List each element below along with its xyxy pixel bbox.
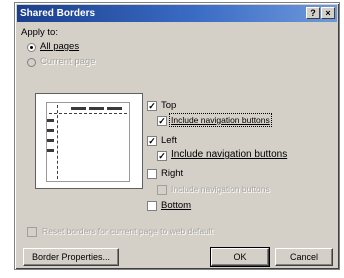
close-button[interactable]: ×: [321, 7, 335, 19]
right-include-nav-label: Include navigation buttons: [171, 184, 270, 194]
preview-left-border-line: [57, 105, 58, 179]
right-include-nav-checkbox: [157, 185, 167, 195]
left-include-nav-label[interactable]: Include navigation buttons: [171, 149, 287, 160]
border-preview: [35, 93, 143, 189]
left-checkbox[interactable]: ✓: [147, 136, 157, 146]
border-properties-button[interactable]: Border Properties...: [23, 248, 119, 266]
right-checkbox[interactable]: [147, 169, 157, 179]
top-include-nav-checkbox[interactable]: ✓: [157, 116, 167, 126]
right-label[interactable]: Right: [161, 168, 183, 179]
top-label[interactable]: Top: [161, 100, 176, 111]
preview-page: [46, 102, 130, 182]
preview-side-button: [47, 119, 54, 122]
top-include-nav-label[interactable]: Include navigation buttons: [169, 113, 272, 127]
left-label[interactable]: Left: [161, 135, 177, 146]
shared-borders-dialog: Shared Borders ? × Apply to: All pages C…: [14, 2, 340, 270]
left-include-nav-checkbox[interactable]: ✓: [157, 151, 167, 161]
title-bar[interactable]: Shared Borders ? ×: [17, 5, 337, 22]
preview-nav-button: [71, 107, 86, 110]
top-checkbox[interactable]: ✓: [147, 101, 157, 111]
help-button[interactable]: ?: [306, 7, 320, 19]
radio-current-page[interactable]: [27, 58, 36, 67]
preview-side-button: [47, 129, 54, 132]
preview-side-button: [47, 139, 54, 142]
preview-top-border-line: [49, 113, 127, 114]
bottom-label[interactable]: Bottom: [161, 200, 191, 211]
radio-all-pages-label[interactable]: All pages: [40, 41, 79, 52]
radio-current-page-label: Current page: [40, 56, 96, 67]
radio-all-pages[interactable]: [27, 43, 36, 52]
reset-borders-checkbox: [27, 227, 37, 237]
dialog-title: Shared Borders: [20, 8, 96, 19]
reset-borders-label: Reset borders for current page to web de…: [42, 226, 214, 236]
preview-nav-button: [89, 107, 104, 110]
ok-button[interactable]: OK: [210, 247, 270, 267]
preview-nav-button: [107, 107, 122, 110]
preview-side-button: [47, 149, 54, 152]
bottom-checkbox[interactable]: [147, 201, 157, 211]
title-buttons: ? ×: [306, 7, 335, 19]
cancel-button[interactable]: Cancel: [275, 248, 333, 266]
apply-to-label: Apply to:: [21, 27, 58, 38]
